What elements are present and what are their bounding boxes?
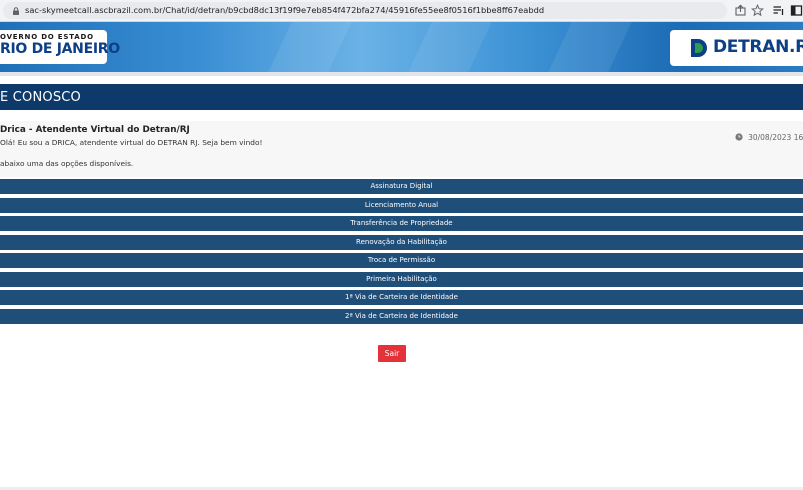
detran-brand-text: DETRAN.RJ bbox=[713, 37, 803, 57]
gov-logo-line2: RIO DE JANEIRO bbox=[0, 41, 120, 57]
detran-d-icon bbox=[691, 39, 707, 57]
chat-greeting: Olá! Eu sou a DRICA, atendente virtual d… bbox=[0, 138, 263, 147]
exit-button[interactable]: Sair bbox=[378, 345, 406, 362]
option-1a-via-identidade-button[interactable]: 1ª Via de Carteira de Identidade bbox=[0, 290, 803, 305]
section-title: E CONOSCO bbox=[0, 90, 81, 105]
option-2a-via-identidade-button[interactable]: 2ª Via de Carteira de Identidade bbox=[0, 309, 803, 324]
option-licenciamento-anual-button[interactable]: Licenciamento Anual bbox=[0, 198, 803, 213]
share-icon[interactable] bbox=[734, 4, 747, 17]
option-assinatura-digital-button[interactable]: Assinatura Digital bbox=[0, 179, 803, 194]
gov-rj-logo[interactable]: OVERNO DO ESTADO RIO DE JANEIRO bbox=[0, 30, 120, 64]
star-icon[interactable] bbox=[751, 4, 764, 17]
banner-stripe bbox=[268, 22, 352, 72]
option-transferencia-propriedade-button[interactable]: Transferência de Propriedade bbox=[0, 216, 803, 231]
chat-timestamp: 30/08/2023 16:46 bbox=[748, 133, 803, 142]
reading-list-icon[interactable] bbox=[772, 4, 785, 17]
gov-logo-line1: OVERNO DO ESTADO bbox=[0, 33, 94, 41]
chat-message: Drica - Atendente Virtual do Detran/RJ 3… bbox=[0, 121, 803, 177]
option-troca-permissao-button[interactable]: Troca de Permissão bbox=[0, 253, 803, 268]
url-text[interactable]: sac-skymeetcall.ascbrazil.com.br/Chat/id… bbox=[25, 5, 544, 15]
option-renovacao-habilitacao-button[interactable]: Renovação da Habilitação bbox=[0, 235, 803, 250]
browser-address-bar: sac-skymeetcall.ascbrazil.com.br/Chat/id… bbox=[0, 0, 803, 22]
sidebar-icon[interactable] bbox=[790, 4, 803, 17]
header-divider bbox=[0, 72, 803, 76]
message-time: 30/08/2023 16:46 bbox=[735, 125, 803, 144]
banner-stripe bbox=[408, 22, 492, 72]
chat-sender-name: Drica - Atendente Virtual do Detran/RJ bbox=[0, 125, 190, 135]
gov-header-banner: OVERNO DO ESTADO RIO DE JANEIRO DETRAN.R… bbox=[0, 22, 803, 72]
lock-icon[interactable] bbox=[12, 7, 20, 15]
chat-options-intro: abaixo uma das opções disponíveis. bbox=[0, 159, 134, 168]
clock-icon bbox=[735, 133, 743, 141]
banner-stripe bbox=[548, 22, 632, 72]
url-field[interactable]: sac-skymeetcall.ascbrazil.com.br/Chat/id… bbox=[3, 2, 727, 19]
section-bar: E CONOSCO bbox=[0, 84, 803, 110]
option-primeira-habilitacao-button[interactable]: Primeira Habilitação bbox=[0, 272, 803, 287]
detran-logo[interactable]: DETRAN.RJ bbox=[670, 30, 803, 66]
